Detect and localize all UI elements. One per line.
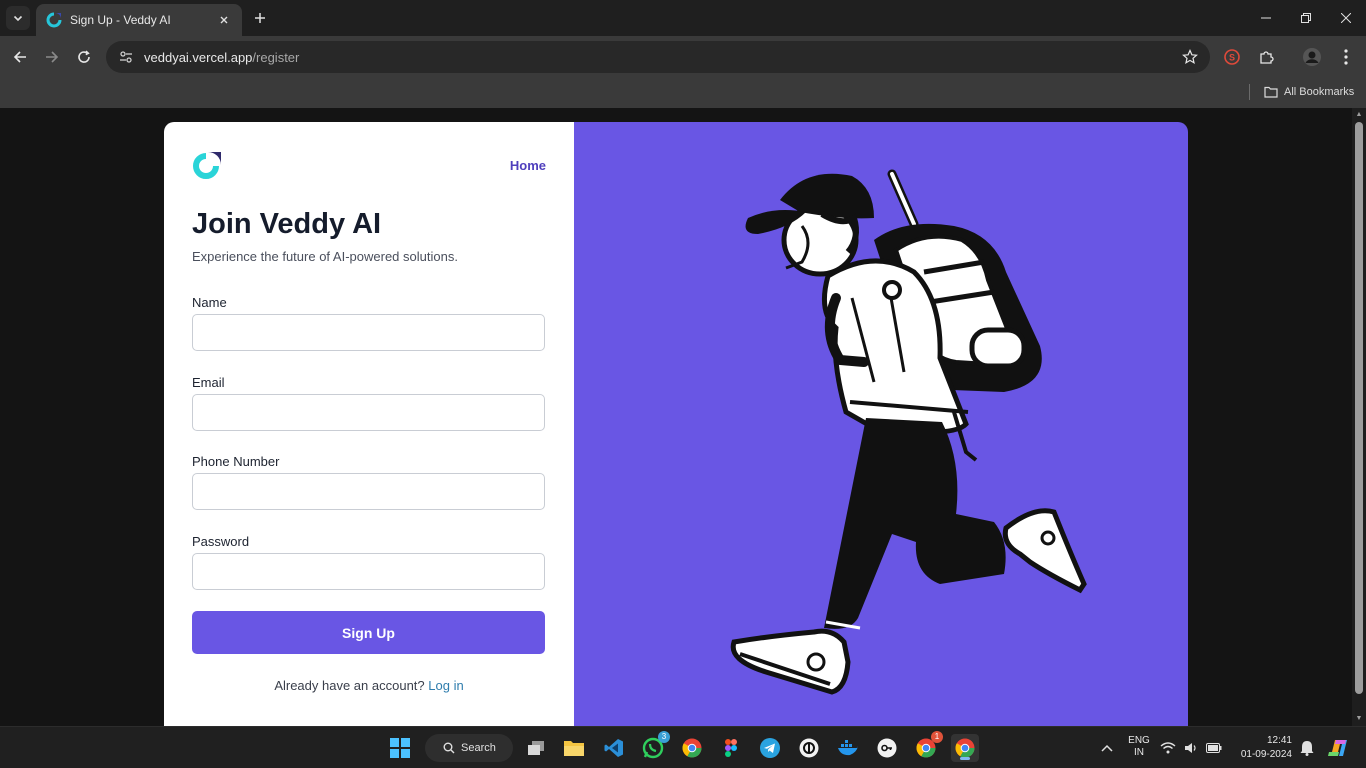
notification-bell-icon[interactable] [1293,734,1321,762]
chrome-active-icon[interactable] [951,734,979,762]
active-tab[interactable]: Sign Up - Veddy AI [36,4,242,36]
all-bookmarks-button[interactable]: All Bookmarks [1264,82,1354,102]
arrow-left-icon [13,51,26,63]
search-icon [443,742,455,754]
page-title: Join Veddy AI [192,208,382,240]
start-button[interactable] [386,734,414,762]
scroll-down-icon[interactable]: ▼ [1355,715,1363,723]
close-icon [1341,13,1351,23]
system-clock[interactable]: 12:41 01-09-2024 [1241,734,1292,762]
address-bar[interactable]: veddyai.vercel.app/register [106,41,1210,73]
clock-date: 01-09-2024 [1240,749,1292,760]
volume-icon [1185,743,1196,753]
svg-text:S: S [1229,53,1235,63]
file-explorer-icon[interactable] [560,734,588,762]
quick-settings[interactable] [1160,734,1222,762]
password-label: Password [192,534,250,549]
page-viewport: Home Join Veddy AI Experience the future… [0,108,1352,726]
tab-title: Sign Up - Veddy AI [70,13,171,27]
whatsapp-badge: 3 [658,731,670,743]
profile-avatar[interactable] [1296,41,1328,73]
tray-overflow-icon[interactable] [1093,734,1121,762]
toolbar-right: S [1216,36,1366,78]
language-indicator[interactable]: ENG IN [1124,735,1154,759]
url-text: veddyai.vercel.app/register [144,50,299,65]
signup-form-pane: Home Join Veddy AI Experience the future… [164,122,574,726]
vscode-icon[interactable] [600,734,628,762]
login-prompt: Already have an account? Log in [164,678,574,693]
extension-s-icon[interactable]: S [1216,41,1248,73]
folder-icon [1264,86,1278,98]
all-bookmarks-label: All Bookmarks [1284,86,1355,98]
extensions-puzzle-icon[interactable] [1250,41,1282,73]
tab-search-button[interactable] [6,6,30,30]
windows-logo-icon [390,738,410,758]
tab-strip: Sign Up - Veddy AI [0,0,1366,36]
language-line1: ENG [1128,735,1150,746]
active-app-indicator [960,757,970,760]
vertical-scrollbar[interactable]: ▲ ▼ [1352,108,1366,726]
phone-label: Phone Number [192,454,280,469]
hiker-with-backpack-illustration [730,169,1087,695]
bookmarks-bar: All Bookmarks [0,78,1366,108]
reload-icon [78,50,90,63]
veddy-logo-icon[interactable] [192,151,222,181]
key-app-icon[interactable] [873,734,901,762]
chrome-icon[interactable] [678,734,706,762]
close-tab-icon[interactable] [216,12,232,28]
wifi-icon [1160,742,1176,754]
email-field[interactable] [192,394,545,431]
clock-time: 12:41 [1266,735,1292,746]
docker-icon[interactable] [834,734,862,762]
home-link[interactable]: Home [510,158,546,173]
language-line2: IN [1134,747,1144,758]
name-field[interactable] [192,314,545,351]
sign-up-button[interactable]: Sign Up [192,611,545,654]
minimize-button[interactable] [1246,0,1286,36]
browser-toolbar: veddyai.vercel.app/register S [0,36,1366,78]
threads-icon[interactable] [795,734,823,762]
close-window-button[interactable] [1326,0,1366,36]
name-label: Name [192,295,227,310]
site-info-icon[interactable] [118,49,134,65]
taskbar-search[interactable]: Search [425,734,513,762]
restore-button[interactable] [1286,0,1326,36]
arrow-right-icon [46,51,59,63]
new-tab-button[interactable] [250,8,270,28]
chrome-profile-icon[interactable]: 1 [912,731,943,762]
chevron-down-icon [13,15,23,22]
email-label: Email [192,375,225,390]
phone-field[interactable] [192,473,545,510]
login-link[interactable]: Log in [428,678,463,693]
back-button[interactable] [8,45,32,69]
page-subtitle: Experience the future of AI-powered solu… [192,249,458,264]
scroll-thumb[interactable] [1355,122,1363,694]
reload-button[interactable] [72,45,96,69]
task-view-icon[interactable] [522,734,550,762]
windows-taskbar: Search 3 1 ENG IN 12:41 01-09-2024 [0,726,1366,768]
bookmarks-divider [1249,84,1250,100]
whatsapp-icon[interactable]: 3 [639,731,670,762]
password-field[interactable] [192,553,545,590]
scroll-up-icon[interactable]: ▲ [1355,111,1363,119]
copilot-icon[interactable] [1324,734,1352,762]
bookmark-star-icon[interactable] [1182,49,1198,65]
url-host: veddyai.vercel.app [144,49,253,65]
login-prompt-text: Already have an account? [274,678,425,693]
restore-icon [1301,13,1311,23]
telegram-icon[interactable] [756,734,784,762]
url-path: /register [252,49,300,65]
more-menu-icon[interactable] [1330,41,1362,73]
veddy-favicon-icon [46,12,62,28]
minimize-icon [1261,17,1271,19]
window-controls [1246,0,1366,36]
figma-icon[interactable] [717,734,745,762]
battery-icon [1206,743,1222,753]
chrome-badge: 1 [931,731,943,743]
illustration-pane [574,122,1188,726]
search-label: Search [461,742,496,754]
plus-icon [255,13,265,23]
forward-button[interactable] [40,45,64,69]
signup-card: Home Join Veddy AI Experience the future… [164,122,1188,726]
